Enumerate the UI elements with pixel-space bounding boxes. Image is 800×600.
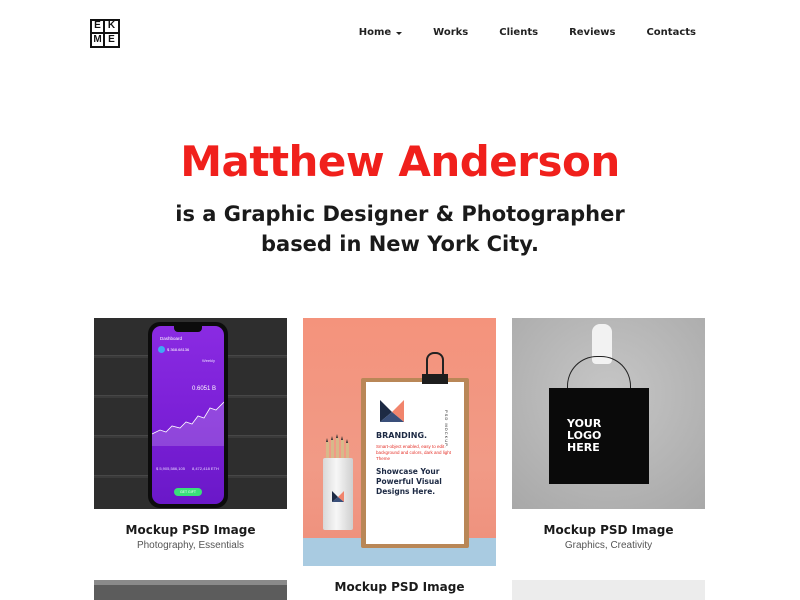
card-title[interactable]: Mockup PSD Image xyxy=(94,523,287,537)
logo-letter: E xyxy=(92,21,105,34)
nav-item-clients[interactable]: Clients xyxy=(499,27,538,38)
branding-side-text: PSD MOCKUP. xyxy=(444,410,449,449)
nav-item-label: Clients xyxy=(499,27,539,38)
shopping-bag: YOUR LOGO HERE xyxy=(549,388,649,484)
pencils-icon xyxy=(324,434,352,460)
card-title[interactable]: Mockup PSD Image xyxy=(303,580,496,594)
branding-paper: PSD MOCKUP. BRANDING. Smart-object enabl… xyxy=(366,382,464,544)
nav-item-label: Home xyxy=(358,27,392,38)
phone-stat: $ 5,905,586,105 xyxy=(156,466,185,471)
phone-period: Weekly xyxy=(202,358,216,363)
portfolio-image-branding-mockup[interactable]: PSD MOCKUP. BRANDING. Smart-object enabl… xyxy=(303,318,496,566)
bag-logo-label: YOUR LOGO HERE xyxy=(567,417,602,454)
phone-app-title: Dashboard xyxy=(160,336,183,341)
site-logo[interactable]: E K M E xyxy=(90,19,120,48)
hero-name: Matthew Anderson xyxy=(180,137,620,186)
portfolio-image-bag-mockup[interactable]: YOUR LOGO HERE xyxy=(512,318,705,509)
cup-logo-icon xyxy=(332,491,344,502)
nav-item-works[interactable]: Works xyxy=(433,27,468,38)
logo-letter: E xyxy=(108,33,115,45)
hero-subtitle: is a Graphic Designer & Photographer bas… xyxy=(0,199,800,259)
card-title[interactable]: Mockup PSD Image xyxy=(512,523,705,537)
logo-letter: M xyxy=(92,33,105,46)
phone-balance: $ 368.68136 xyxy=(167,347,190,352)
pencil-cup xyxy=(323,458,353,530)
phone-notch xyxy=(174,326,202,332)
branding-heading: BRANDING. xyxy=(376,431,428,440)
phone-chart xyxy=(152,401,224,446)
nav-item-reviews[interactable]: Reviews xyxy=(569,27,615,38)
main-nav: Home Works Clients Reviews Contacts xyxy=(359,27,696,38)
branding-dark-text: Showcase Your Powerful Visual Designs He… xyxy=(376,467,442,496)
nav-item-label: Contacts xyxy=(646,27,696,38)
phone-gift-button: GET GIFT xyxy=(174,488,202,496)
logo-letter: K xyxy=(105,21,118,34)
portfolio-image-phone-mockup[interactable]: Dashboard $ 368.68136 Weekly 0.6051 B $ … xyxy=(94,318,287,509)
image-edge xyxy=(94,580,287,585)
card-categories: Graphics, Creativity xyxy=(564,540,653,551)
site-header: E K M E Home Works Clients Reviews Conta… xyxy=(0,0,800,70)
nav-item-contacts[interactable]: Contacts xyxy=(646,27,696,38)
phone-screen: Dashboard $ 368.68136 Weekly 0.6051 B $ … xyxy=(152,326,224,504)
binder-clip-base xyxy=(422,374,448,384)
phone-value: 0.6051 B xyxy=(192,386,217,392)
nav-item-label: Works xyxy=(433,27,469,38)
hero-subtitle-line: based in New York City. xyxy=(260,232,539,256)
portfolio-card-image-partial[interactable] xyxy=(94,580,287,600)
hero-section: Matthew Anderson is a Graphic Designer &… xyxy=(0,132,800,259)
nav-item-label: Reviews xyxy=(569,27,616,38)
branding-logo-icon xyxy=(380,400,404,422)
hero-subtitle-line: is a Graphic Designer & Photographer xyxy=(175,202,625,226)
caret-down-icon xyxy=(396,31,403,35)
nav-item-home[interactable]: Home xyxy=(358,27,403,38)
card-categories: Photography, Essentials xyxy=(136,540,245,551)
coin-icon xyxy=(158,346,165,353)
phone-mockup: Dashboard $ 368.68136 Weekly 0.6051 B $ … xyxy=(148,322,228,508)
portfolio-card-image-partial[interactable] xyxy=(512,580,705,600)
bag-logo-text: YOUR LOGO HERE xyxy=(567,418,627,454)
branding-red-text: Smart-object enabled, easy to edit backg… xyxy=(376,444,452,461)
phone-stat: 8,472,418 ETH xyxy=(192,466,219,471)
